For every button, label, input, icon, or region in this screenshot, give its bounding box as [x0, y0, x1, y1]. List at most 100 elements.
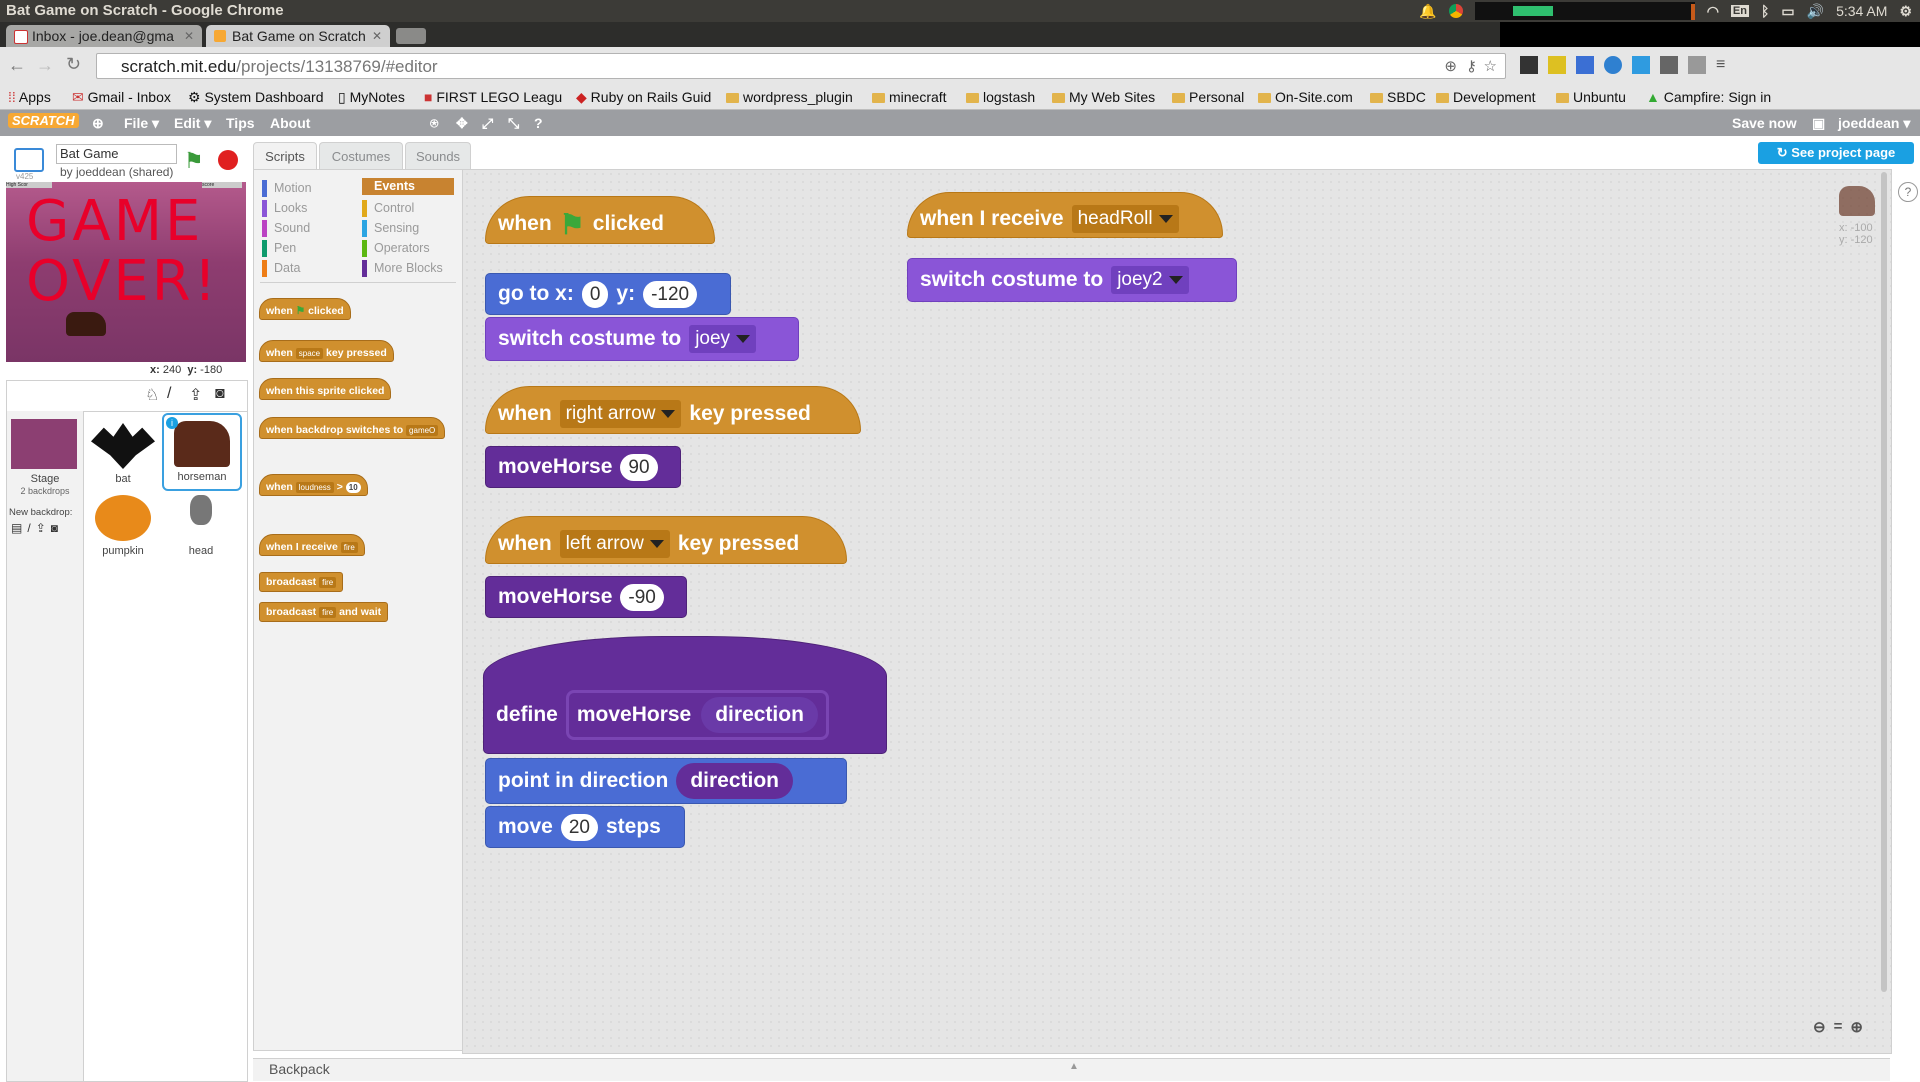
expand-icon[interactable]: ▲	[1069, 1061, 1079, 1072]
palette-when-key-pressed[interactable]: when space key pressed	[259, 340, 394, 362]
zoom-out-icon[interactable]: ⊖	[1813, 1018, 1826, 1036]
key-dropdown[interactable]: right arrow	[559, 400, 682, 428]
reload-icon[interactable]: ↻	[66, 54, 81, 75]
close-icon[interactable]: ✕	[372, 25, 382, 47]
scripts-scrollbar[interactable]	[1881, 172, 1887, 992]
sprite-head[interactable]: head	[165, 491, 237, 557]
fullscreen-button[interactable]	[14, 148, 44, 172]
y-input[interactable]: -120	[643, 280, 698, 308]
bookmark-development[interactable]: Development	[1436, 89, 1536, 105]
tab-sounds[interactable]: Sounds	[405, 142, 471, 170]
stop-icon[interactable]	[218, 150, 238, 170]
bookmark-onsite[interactable]: On-Site.com	[1258, 89, 1353, 105]
bookmark-sbdc[interactable]: SBDC	[1370, 89, 1426, 105]
palette-when-flag-clicked[interactable]: when ⚑ clicked	[259, 298, 351, 320]
palette-broadcast[interactable]: broadcast fire	[259, 572, 344, 592]
sprite-bat[interactable]: bat	[87, 417, 159, 485]
zoom-icon[interactable]: ⊕	[1444, 54, 1457, 80]
move-horse-call-block[interactable]: moveHorse 90	[485, 446, 681, 488]
forward-icon[interactable]: →	[36, 55, 54, 76]
folder-icon[interactable]: ▣	[1812, 115, 1825, 132]
chrome-icon[interactable]	[1448, 4, 1463, 18]
go-to-xy-block[interactable]: go to x: 0 y: -120	[485, 273, 731, 315]
category-motion[interactable]: Motion	[262, 180, 350, 197]
move-tool-icon[interactable]: ✥	[456, 115, 468, 132]
bookmark-personal[interactable]: Personal	[1172, 89, 1244, 105]
upload-icon[interactable]: ⇪	[36, 521, 46, 535]
paint-icon[interactable]: /	[27, 521, 30, 535]
category-data[interactable]: Data	[262, 260, 350, 277]
define-move-horse-block[interactable]: define moveHorse direction	[483, 636, 887, 754]
help-tool-icon[interactable]: ?	[534, 115, 543, 131]
palette-when-sprite-clicked[interactable]: when this sprite clicked	[259, 378, 392, 400]
zoom-reset-icon[interactable]: =	[1834, 1018, 1843, 1036]
costume-dropdown[interactable]: joey	[689, 325, 757, 353]
palette-when-loudness[interactable]: when loudness > 10	[259, 474, 368, 496]
backpack-bar[interactable]: Backpack ▲	[253, 1058, 1890, 1081]
sprite-pumpkin[interactable]: pumpkin	[87, 491, 159, 557]
bookmark-unbuntu[interactable]: Unbuntu	[1556, 89, 1626, 105]
green-flag-icon[interactable]: ⚑	[184, 148, 204, 174]
category-sound[interactable]: Sound	[262, 220, 350, 237]
extension-icon[interactable]	[1632, 56, 1650, 74]
when-right-arrow-block[interactable]: when right arrow key pressed	[485, 386, 861, 434]
user-menu[interactable]: joeddean ▾	[1838, 115, 1910, 132]
tab-scratch[interactable]: Bat Game on Scratch ✕	[206, 25, 390, 47]
see-project-page-button[interactable]: ↻ See project page	[1758, 142, 1914, 164]
duplicate-tool-icon[interactable]: ⍟	[430, 115, 438, 132]
battery-icon[interactable]: ▭	[1781, 3, 1794, 20]
move-horse-call-block[interactable]: moveHorse -90	[485, 576, 687, 618]
when-i-receive-block[interactable]: when I receive headRoll	[907, 192, 1223, 238]
palette-when-backdrop-switches[interactable]: when backdrop switches to gameO	[259, 417, 446, 439]
help-icon[interactable]: ?	[1898, 182, 1918, 202]
scripts-area[interactable]: when ⚑ clicked go to x: 0 y: -120 switch…	[462, 169, 1892, 1054]
stage-selector[interactable]: Stage 2 backdrops New backdrop: ▤ / ⇪ ◙	[7, 411, 84, 1081]
stage-thumbnail[interactable]	[11, 419, 77, 469]
extension-icon[interactable]	[1660, 56, 1678, 74]
category-more-blocks[interactable]: More Blocks	[362, 260, 450, 277]
wifi-icon[interactable]: ◠	[1707, 3, 1719, 20]
when-left-arrow-block[interactable]: when left arrow key pressed	[485, 516, 847, 564]
scratch-logo[interactable]: SCRATCH	[8, 113, 79, 128]
switch-costume-block[interactable]: switch costume to joey	[485, 317, 799, 361]
category-events[interactable]: Events	[362, 178, 454, 195]
palette-when-i-receive[interactable]: when I receive fire	[259, 534, 365, 556]
bookmark-logstash[interactable]: logstash	[966, 89, 1035, 105]
sprite-library-icon[interactable]: ♘	[145, 385, 159, 405]
address-bar[interactable]: scratch.mit.edu/projects/13138769/#edito…	[96, 53, 1506, 79]
bookmark-wordpress[interactable]: wordpress_plugin	[726, 89, 853, 105]
extension-icon[interactable]	[1548, 56, 1566, 74]
bluetooth-icon[interactable]: ᛒ	[1761, 3, 1769, 19]
tab-costumes[interactable]: Costumes	[319, 142, 403, 170]
camera-icon[interactable]: ◙	[215, 385, 225, 403]
palette-broadcast-and-wait[interactable]: broadcast fire and wait	[259, 602, 389, 622]
bookmark-gmail[interactable]: ✉ Gmail - Inbox	[72, 89, 171, 106]
menu-edit[interactable]: Edit ▾	[174, 115, 211, 132]
costume-dropdown[interactable]: joey2	[1111, 266, 1189, 294]
tab-scripts[interactable]: Scripts	[253, 142, 317, 170]
paint-icon[interactable]: /	[167, 385, 171, 403]
key-icon[interactable]: ⚷	[1466, 54, 1477, 80]
keyboard-lang[interactable]: En	[1730, 5, 1749, 17]
message-dropdown[interactable]: headRoll	[1071, 205, 1179, 233]
bookmark-first-lego[interactable]: ■ FIRST LEGO Leagu	[424, 89, 562, 105]
close-icon[interactable]: ✕	[184, 25, 194, 47]
star-icon[interactable]: ☆	[1484, 54, 1497, 80]
extension-icon[interactable]	[1576, 56, 1594, 74]
category-operators[interactable]: Operators	[362, 240, 450, 257]
extension-icon[interactable]	[1688, 56, 1706, 74]
menu-icon[interactable]: ≡	[1716, 56, 1725, 74]
grow-tool-icon[interactable]: ⤢	[482, 115, 493, 132]
steps-input[interactable]: 20	[560, 813, 598, 841]
stage[interactable]: High Scor score GAME OVER!	[6, 182, 246, 362]
back-icon[interactable]: ←	[8, 55, 26, 76]
category-pen[interactable]: Pen	[262, 240, 350, 257]
arg-input[interactable]: -90	[620, 583, 664, 611]
switch-costume-block[interactable]: switch costume to joey2	[907, 258, 1237, 302]
info-icon[interactable]: i	[166, 417, 178, 429]
direction-param[interactable]: direction	[701, 697, 818, 733]
new-tab-button[interactable]	[396, 28, 426, 44]
gear-icon[interactable]: ⚙	[1899, 3, 1912, 20]
upload-icon[interactable]: ⇪	[189, 385, 202, 405]
horseman-sprite[interactable]	[66, 312, 106, 336]
